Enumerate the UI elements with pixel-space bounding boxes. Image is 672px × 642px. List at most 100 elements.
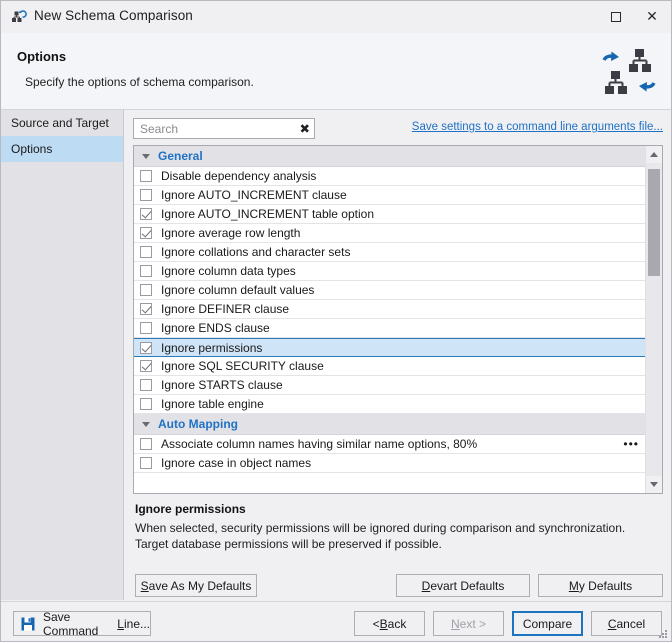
accel-char: D <box>421 578 431 593</box>
dialog-window: New Schema Comparison ✕ Options Specify … <box>0 0 672 642</box>
table-row-selected[interactable]: Ignore permissions <box>134 338 645 357</box>
option-label: Ignore average row length <box>161 226 301 240</box>
button-label: ext > <box>459 616 487 631</box>
option-label: Ignore AUTO_INCREMENT table option <box>161 207 374 221</box>
option-label: Ignore SQL SECURITY clause <box>161 359 324 373</box>
option-checkbox[interactable] <box>140 379 152 391</box>
option-checkbox[interactable] <box>140 398 152 410</box>
accel-char: M <box>568 578 579 593</box>
options-pane: ✖ Save settings to a command line argume… <box>125 110 671 600</box>
option-checkbox[interactable] <box>140 246 152 258</box>
option-checkbox[interactable] <box>140 322 152 334</box>
schema-sync-icon <box>602 49 656 94</box>
table-row[interactable]: Disable dependency analysis <box>134 167 645 186</box>
button-label: Compare <box>522 616 573 631</box>
schema-compare-icon <box>12 10 27 22</box>
group-header-label: General <box>158 149 203 163</box>
header-band: Options Specify the options of schema co… <box>1 33 671 110</box>
option-checkbox[interactable] <box>140 438 152 450</box>
table-row[interactable]: Ignore AUTO_INCREMENT table option <box>134 205 645 224</box>
option-label: Ignore STARTS clause <box>161 378 283 392</box>
option-label: Ignore column default values <box>161 283 315 297</box>
options-list-scrollbar[interactable] <box>645 146 662 493</box>
table-row[interactable]: Ignore collations and character sets <box>134 243 645 262</box>
group-header-auto-mapping[interactable]: Auto Mapping <box>134 414 645 435</box>
table-row[interactable]: Ignore AUTO_INCREMENT clause <box>134 186 645 205</box>
cancel-button[interactable]: Cancel <box>591 611 662 636</box>
option-label: Associate column names having similar na… <box>161 437 478 451</box>
close-icon: ✕ <box>646 8 658 25</box>
option-label: Ignore DEFINER clause <box>161 302 290 316</box>
table-row[interactable]: Ignore STARTS clause <box>134 376 645 395</box>
maximize-button[interactable] <box>598 1 634 32</box>
option-checkbox[interactable] <box>140 303 152 315</box>
accel-char: S <box>140 578 149 593</box>
page-title: Options <box>17 49 67 64</box>
option-label: Ignore case in object names <box>161 456 312 470</box>
back-button[interactable]: < Back <box>354 611 425 636</box>
table-row[interactable]: Ignore column data types <box>134 262 645 281</box>
button-label: ave As My Defaults <box>148 578 252 593</box>
button-label: < <box>372 616 380 631</box>
devart-defaults-button[interactable]: Devart Defaults <box>396 574 530 597</box>
more-options-button[interactable]: ••• <box>623 438 639 450</box>
accel-char: B <box>379 616 388 631</box>
scrollbar-track[interactable] <box>646 163 662 476</box>
accel-char: L <box>117 616 124 631</box>
button-label: Save Command <box>43 609 99 638</box>
page-subtitle: Specify the options of schema comparison… <box>25 75 254 89</box>
table-row[interactable]: Ignore column default values <box>134 281 645 300</box>
table-row[interactable]: Ignore DEFINER clause <box>134 300 645 319</box>
title-bar: New Schema Comparison ✕ <box>1 1 671 33</box>
collapse-triangle-icon <box>142 421 150 427</box>
options-list: General Disable dependency analysis Igno… <box>133 145 663 494</box>
maximize-icon <box>611 11 621 22</box>
save-command-line-button[interactable]: Save Command Line... <box>13 609 151 638</box>
next-button[interactable]: Next > <box>433 611 504 636</box>
scroll-down-icon[interactable] <box>646 476 662 493</box>
table-row[interactable]: Ignore SQL SECURITY clause <box>134 357 645 376</box>
option-checkbox[interactable] <box>140 457 152 469</box>
option-checkbox[interactable] <box>140 208 152 220</box>
search-box[interactable]: ✖ <box>133 118 315 139</box>
option-label: Disable dependency analysis <box>161 169 317 183</box>
sidebar-item-label: Options <box>11 142 53 156</box>
scroll-up-icon[interactable] <box>646 146 662 163</box>
option-checkbox[interactable] <box>140 170 152 182</box>
scrollbar-thumb[interactable] <box>648 169 660 276</box>
option-checkbox[interactable] <box>140 360 152 372</box>
accel-char: N <box>450 616 460 631</box>
clear-search-icon[interactable]: ✖ <box>300 121 310 136</box>
compare-button[interactable]: Compare <box>512 611 583 636</box>
description-body: When selected, security permissions will… <box>135 521 626 551</box>
option-checkbox[interactable] <box>140 284 152 296</box>
floppy-disk-icon <box>21 617 35 630</box>
table-row[interactable]: Ignore table engine <box>134 395 645 414</box>
save-command-line-args-link[interactable]: Save settings to a command line argument… <box>412 121 663 133</box>
search-input[interactable] <box>138 119 288 138</box>
sidebar-item-options[interactable]: Options <box>1 136 123 162</box>
table-row[interactable]: Ignore ENDS clause <box>134 319 645 338</box>
table-row[interactable]: Ignore case in object names <box>134 454 645 473</box>
sidebar: Source and Target Options <box>1 110 124 600</box>
close-button[interactable]: ✕ <box>634 1 670 32</box>
option-label: Ignore table engine <box>161 397 264 411</box>
button-label: evart Defaults <box>430 578 505 593</box>
save-as-my-defaults-button[interactable]: Save As My Defaults <box>135 574 257 597</box>
sidebar-item-source-and-target[interactable]: Source and Target <box>1 110 123 136</box>
option-checkbox[interactable] <box>140 265 152 277</box>
option-checkbox[interactable] <box>140 189 152 201</box>
collapse-triangle-icon <box>142 153 150 159</box>
option-checkbox[interactable] <box>140 341 152 354</box>
option-label: Ignore ENDS clause <box>161 321 270 335</box>
button-label-tail: ack <box>387 616 407 631</box>
button-label: ancel <box>616 616 646 631</box>
table-row[interactable]: Ignore average row length <box>134 224 645 243</box>
my-defaults-button[interactable]: My Defaults <box>538 574 663 597</box>
table-row[interactable]: Associate column names having similar na… <box>134 435 645 454</box>
option-checkbox[interactable] <box>140 227 152 239</box>
resize-grip-icon[interactable] <box>657 628 668 639</box>
sidebar-item-label: Source and Target <box>11 116 109 130</box>
accel-char: C <box>607 616 617 631</box>
group-header-general[interactable]: General <box>134 146 645 167</box>
